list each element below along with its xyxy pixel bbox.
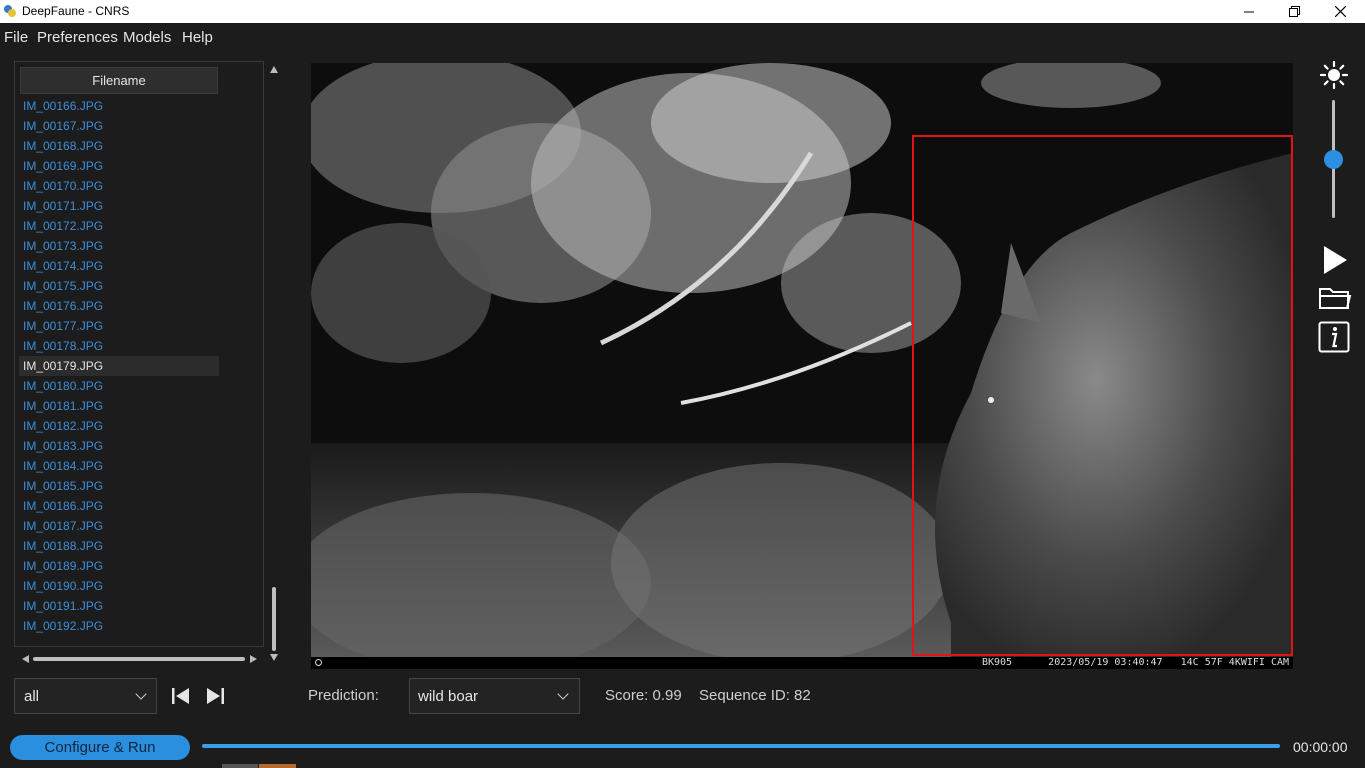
- file-list-item[interactable]: IM_00166.JPG: [19, 96, 219, 116]
- file-list-item[interactable]: IM_00179.JPG: [19, 356, 219, 376]
- filter-dropdown[interactable]: all: [14, 678, 157, 714]
- camera-trap-image: BK905 2023/05/19 03:40:47 14C 57F 4KWIFI…: [311, 63, 1293, 669]
- file-list-item[interactable]: IM_00168.JPG: [19, 136, 219, 156]
- file-list-item[interactable]: IM_00180.JPG: [19, 376, 219, 396]
- menu-bar: File Preferences Models Help: [0, 23, 1365, 53]
- file-list-item[interactable]: IM_00173.JPG: [19, 236, 219, 256]
- window-title: DeepFaune - CNRS: [22, 4, 130, 18]
- close-icon: [1334, 6, 1346, 17]
- detection-bounding-box: [912, 135, 1293, 656]
- sequence-id-text: Sequence ID: 82: [699, 687, 811, 704]
- filename-column-header[interactable]: Filename: [20, 67, 218, 94]
- file-list-item[interactable]: IM_00190.JPG: [19, 576, 219, 596]
- next-image-button[interactable]: [205, 686, 225, 706]
- file-list-item[interactable]: IM_00189.JPG: [19, 556, 219, 576]
- scroll-down-icon[interactable]: [270, 654, 278, 661]
- filter-dropdown-value: all: [24, 688, 40, 705]
- file-list-item[interactable]: IM_00171.JPG: [19, 196, 219, 216]
- file-list-item[interactable]: IM_00188.JPG: [19, 536, 219, 556]
- file-list-item[interactable]: IM_00174.JPG: [19, 256, 219, 276]
- file-list-item[interactable]: IM_00192.JPG: [19, 616, 219, 636]
- brightness-slider-handle[interactable]: [1324, 149, 1343, 169]
- menu-preferences[interactable]: Preferences: [37, 29, 118, 46]
- file-list-item[interactable]: IM_00175.JPG: [19, 276, 219, 296]
- prediction-label: Prediction:: [308, 687, 379, 704]
- file-list-item[interactable]: IM_00186.JPG: [19, 496, 219, 516]
- file-list-item[interactable]: IM_00176.JPG: [19, 296, 219, 316]
- file-list-item[interactable]: IM_00170.JPG: [19, 176, 219, 196]
- minimize-icon: [1244, 11, 1254, 12]
- camera-overlay-text: BK905 2023/05/19 03:40:47 14C 57F 4KWIFI…: [981, 657, 1289, 668]
- score-text: Score: 0.99: [605, 687, 682, 704]
- file-list-item[interactable]: IM_00187.JPG: [19, 516, 219, 536]
- close-button[interactable]: [1317, 0, 1363, 23]
- menu-help[interactable]: Help: [182, 29, 213, 46]
- file-list-horizontal-scrollbar[interactable]: [22, 653, 258, 665]
- app-logo-icon: [4, 5, 16, 17]
- file-list-item[interactable]: IM_00183.JPG: [19, 436, 219, 456]
- file-list-item[interactable]: IM_00185.JPG: [19, 476, 219, 496]
- camera-info-strip: BK905 2023/05/19 03:40:47 14C 57F 4KWIFI…: [311, 657, 1293, 669]
- prediction-dropdown-value: wild boar: [418, 688, 479, 705]
- file-list-vertical-scrollbar[interactable]: [268, 64, 280, 668]
- scroll-right-icon[interactable]: [250, 655, 257, 663]
- file-list-item[interactable]: IM_00182.JPG: [19, 416, 219, 436]
- configure-run-button[interactable]: Configure & Run: [10, 735, 190, 760]
- scrollbar-thumb[interactable]: [272, 587, 276, 651]
- menu-models[interactable]: Models: [123, 29, 171, 46]
- scrollbar-thumb[interactable]: [33, 657, 245, 661]
- chevron-down-icon: [135, 688, 147, 700]
- scroll-left-icon[interactable]: [22, 655, 29, 663]
- restore-icon: [1288, 6, 1300, 17]
- file-list-item[interactable]: IM_00172.JPG: [19, 216, 219, 236]
- file-list-item[interactable]: IM_00191.JPG: [19, 596, 219, 616]
- info-icon[interactable]: [1318, 321, 1350, 353]
- menu-file[interactable]: File: [4, 29, 28, 46]
- elapsed-time: 00:00:00: [1293, 739, 1348, 755]
- title-bar: DeepFaune - CNRS: [0, 0, 1365, 23]
- file-table: Filename IM_00166.JPG IM_00167.JPG IM_0016…: [14, 61, 264, 647]
- progress-bar: [202, 744, 1280, 748]
- maximize-button[interactable]: [1271, 0, 1317, 23]
- file-list-item[interactable]: IM_00178.JPG: [19, 336, 219, 356]
- right-toolbar: [1313, 60, 1355, 360]
- prediction-dropdown[interactable]: wild boar: [409, 678, 580, 714]
- file-list-item[interactable]: IM_00177.JPG: [19, 316, 219, 336]
- brightness-icon: [1319, 60, 1349, 90]
- taskbar-fragment: [222, 764, 296, 768]
- chevron-down-icon: [557, 688, 569, 700]
- scroll-up-icon[interactable]: [270, 66, 278, 73]
- file-list-item[interactable]: IM_00167.JPG: [19, 116, 219, 136]
- folder-icon[interactable]: [1318, 284, 1352, 312]
- file-list-item[interactable]: IM_00184.JPG: [19, 456, 219, 476]
- file-list-item[interactable]: IM_00181.JPG: [19, 396, 219, 416]
- previous-image-button[interactable]: [171, 686, 191, 706]
- minimize-button[interactable]: [1226, 0, 1272, 23]
- camera-status-icon: [315, 659, 322, 666]
- file-list-item[interactable]: IM_00169.JPG: [19, 156, 219, 176]
- play-icon[interactable]: [1321, 244, 1349, 276]
